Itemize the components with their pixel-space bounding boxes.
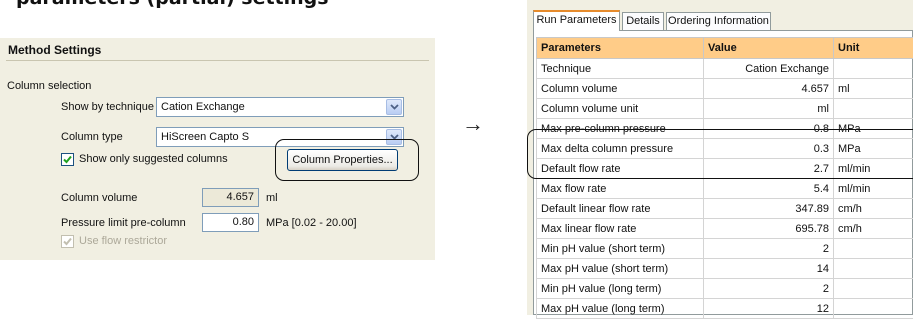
- tab-ordering-information[interactable]: Ordering Information: [666, 12, 771, 30]
- param-cell: Max linear flow rate: [537, 219, 704, 239]
- unit-cell: ml/min: [834, 179, 913, 199]
- param-cell: Technique: [537, 59, 704, 79]
- value-cell: 5.4: [704, 179, 834, 199]
- table-row[interactable]: Max flow rate5.4ml/min: [537, 179, 913, 199]
- value-cell: ml: [704, 99, 834, 119]
- param-cell: Min pH value (long term): [537, 279, 704, 299]
- unit-cell: [834, 239, 913, 259]
- param-cell: Column volume: [537, 79, 704, 99]
- value-cell: 14: [704, 259, 834, 279]
- table-row[interactable]: Min pH value (short term)2: [537, 239, 913, 259]
- value-cell: 2: [704, 279, 834, 299]
- chevron-down-icon[interactable]: [386, 99, 402, 115]
- column-selection-label: Column selection: [7, 80, 91, 92]
- value-cell: 695.78: [704, 219, 834, 239]
- unit-cell: [834, 99, 913, 119]
- param-cell: Min pH value (short term): [537, 239, 704, 259]
- transition-arrow: →: [462, 111, 484, 137]
- param-cell: Max pH value (short term): [537, 259, 704, 279]
- unit-cell: ml: [834, 79, 913, 99]
- value-cell: 347.89: [704, 199, 834, 219]
- highlight-callout: [275, 139, 419, 181]
- pressure-limit-input[interactable]: 0.80: [202, 213, 259, 232]
- table-row[interactable]: Min pH value (long term)2: [537, 279, 913, 299]
- column-header-unit[interactable]: Unit: [834, 38, 913, 59]
- unit-cell: cm/h: [834, 219, 913, 239]
- column-type-label: Column type: [61, 131, 123, 143]
- table-row[interactable]: Column volume4.657ml: [537, 79, 913, 99]
- use-flow-restrictor-label: Use flow restrictor: [79, 235, 167, 247]
- table-row[interactable]: Max linear flow rate695.78cm/h: [537, 219, 913, 239]
- param-cell: Max pH value (long term): [537, 299, 704, 319]
- pressure-limit-unit: MPa [0.02 - 20.00]: [266, 217, 357, 229]
- cropped-heading: parameters (partial) settings: [16, 0, 329, 9]
- unit-cell: [834, 299, 913, 319]
- unit-cell: [834, 259, 913, 279]
- column-type-select-value: HiScreen Capto S: [161, 131, 249, 143]
- title-divider: [6, 60, 429, 61]
- param-cell: Default linear flow rate: [537, 199, 704, 219]
- column-volume-unit: ml: [266, 192, 278, 204]
- technique-select-value: Cation Exchange: [161, 101, 245, 113]
- value-cell: 4.657: [704, 79, 834, 99]
- checkmark-icon: [63, 237, 72, 246]
- table-row[interactable]: TechniqueCation Exchange: [537, 59, 913, 79]
- param-cell: Max flow rate: [537, 179, 704, 199]
- unit-cell: [834, 279, 913, 299]
- tab-run-parameters[interactable]: Run Parameters: [533, 10, 620, 31]
- param-cell: Column volume unit: [537, 99, 704, 119]
- table-row[interactable]: Max pH value (long term)12: [537, 299, 913, 319]
- tab-details[interactable]: Details: [622, 12, 664, 30]
- technique-select[interactable]: Cation Exchange: [156, 97, 404, 117]
- use-flow-restrictor-checkbox: [61, 235, 74, 248]
- value-cell: 2: [704, 239, 834, 259]
- highlight-callout-rows: [527, 129, 913, 179]
- value-cell: 12: [704, 299, 834, 319]
- column-volume-label: Column volume: [61, 192, 137, 204]
- value-cell: Cation Exchange: [704, 59, 834, 79]
- table-header-row: Parameters Value Unit: [537, 38, 913, 59]
- table-row[interactable]: Column volume unitml: [537, 99, 913, 119]
- column-header-parameters[interactable]: Parameters: [537, 38, 704, 59]
- show-suggested-checkbox[interactable]: [61, 153, 74, 166]
- pressure-limit-label: Pressure limit pre-column: [61, 217, 186, 229]
- show-by-technique-label: Show by technique: [61, 101, 154, 113]
- table-row[interactable]: Max pH value (short term)14: [537, 259, 913, 279]
- show-suggested-label: Show only suggested columns: [79, 153, 228, 165]
- checkmark-icon: [63, 155, 72, 164]
- method-settings-title: Method Settings: [8, 43, 101, 57]
- column-volume-field: 4.657: [202, 188, 259, 207]
- unit-cell: cm/h: [834, 199, 913, 219]
- column-header-value[interactable]: Value: [704, 38, 834, 59]
- unit-cell: [834, 59, 913, 79]
- table-row[interactable]: Default linear flow rate347.89cm/h: [537, 199, 913, 219]
